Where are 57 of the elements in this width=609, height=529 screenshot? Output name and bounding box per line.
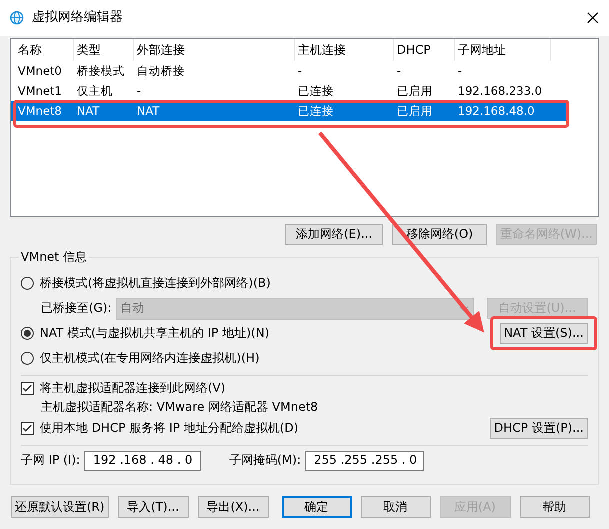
- nat-settings-button[interactable]: NAT 设置(S)...: [500, 323, 588, 344]
- dialog-button[interactable]: 确定: [282, 496, 352, 518]
- table-cell-text: 仅主机: [76, 84, 114, 98]
- table-cell-text: 已连接: [297, 104, 335, 118]
- subnet-mask-field[interactable]: 255 .255 .255 . 0: [305, 450, 424, 470]
- table-cell-text: 已启用: [396, 104, 434, 118]
- radio-label: 仅主机模式(在专用网络内连接虚拟机)(H): [40, 351, 260, 366]
- table-cell-text: VMnet0: [17, 64, 63, 78]
- table-cell-text: 桥接模式: [76, 64, 126, 78]
- column-header[interactable]: 子网地址: [455, 39, 551, 61]
- field-label: 已桥接至(G):: [41, 301, 112, 316]
- table-row[interactable]: VMnet0 桥接模式 自动桥接 - - -: [11, 61, 568, 81]
- subnet-ip-field[interactable]: 192 .168 . 48 . 0: [84, 450, 202, 470]
- adapter-name-text: 主机虚拟适配器名称: VMware 网络适配器 VMnet8: [41, 400, 318, 414]
- table-cell-text: 192.168.233.0: [457, 84, 544, 98]
- window-title: 虚拟网络编辑器: [32, 10, 124, 26]
- dialog-button[interactable]: 还原默认设置(R): [11, 496, 109, 518]
- field-label: 子网 IP (I):: [21, 453, 80, 468]
- dialog-button[interactable]: 导出(X)...: [198, 496, 269, 518]
- network-button[interactable]: 移除网络(O): [392, 224, 488, 245]
- table-cell-text: NAT: [136, 104, 161, 118]
- dialog-button[interactable]: 导入(T)...: [118, 496, 189, 518]
- checkbox-label: 将主机虚拟适配器连接到此网络(V): [40, 380, 226, 396]
- checkbox-label: 使用本地 DHCP 服务将 IP 地址分配给虚拟机(D): [40, 421, 300, 436]
- column-header[interactable]: 名称: [15, 39, 74, 61]
- chevron-icon: [459, 306, 469, 312]
- radio-label: NAT 模式(与虚拟机共享主机的 IP 地址)(N): [40, 326, 271, 341]
- radio-label: 桥接模式(将虚拟机直接连接到外部网络)(B): [40, 276, 271, 291]
- table-cell-text: 已启用: [396, 84, 434, 98]
- column-header[interactable]: 外部连接: [134, 39, 295, 61]
- column-header[interactable]: DHCP: [394, 39, 455, 61]
- radio-button[interactable]: [21, 352, 34, 365]
- dialog-button[interactable]: 帮助: [520, 496, 590, 518]
- radio-button[interactable]: [21, 327, 34, 340]
- table-cell-text: -: [457, 64, 464, 78]
- group-title: VMnet 信息: [19, 250, 90, 264]
- table-cell-text: VMnet8: [17, 104, 63, 118]
- table-cell-text: VMnet1: [17, 84, 63, 98]
- table-cell-text: 自动桥接: [136, 64, 186, 78]
- dialog-button[interactable]: 取消: [360, 496, 431, 518]
- table-cell-text: -: [136, 84, 142, 98]
- column-header[interactable]: 主机连接: [295, 39, 394, 61]
- column-header[interactable]: 类型: [74, 39, 134, 61]
- dhcp-settings-button[interactable]: DHCP 设置(P)...: [490, 418, 588, 439]
- table-cell-text: 已连接: [297, 84, 335, 98]
- checkbox[interactable]: [21, 382, 34, 394]
- field-label: 子网掩码(M):: [229, 453, 302, 468]
- radio-button[interactable]: [21, 277, 34, 290]
- close-icon[interactable]: [587, 12, 599, 24]
- checkbox[interactable]: [21, 422, 34, 435]
- network-button[interactable]: 添加网络(E)...: [285, 224, 384, 245]
- table-cell-text: -: [396, 64, 402, 78]
- globe-icon: [10, 11, 24, 25]
- table-cell-text: NAT: [76, 104, 101, 118]
- table-cell-text: 192.168.48.0: [457, 104, 536, 118]
- table-row[interactable]: VMnet1 仅主机 - 已连接 已启用 192.168.233.0: [11, 81, 568, 101]
- table-cell-text: -: [297, 64, 304, 78]
